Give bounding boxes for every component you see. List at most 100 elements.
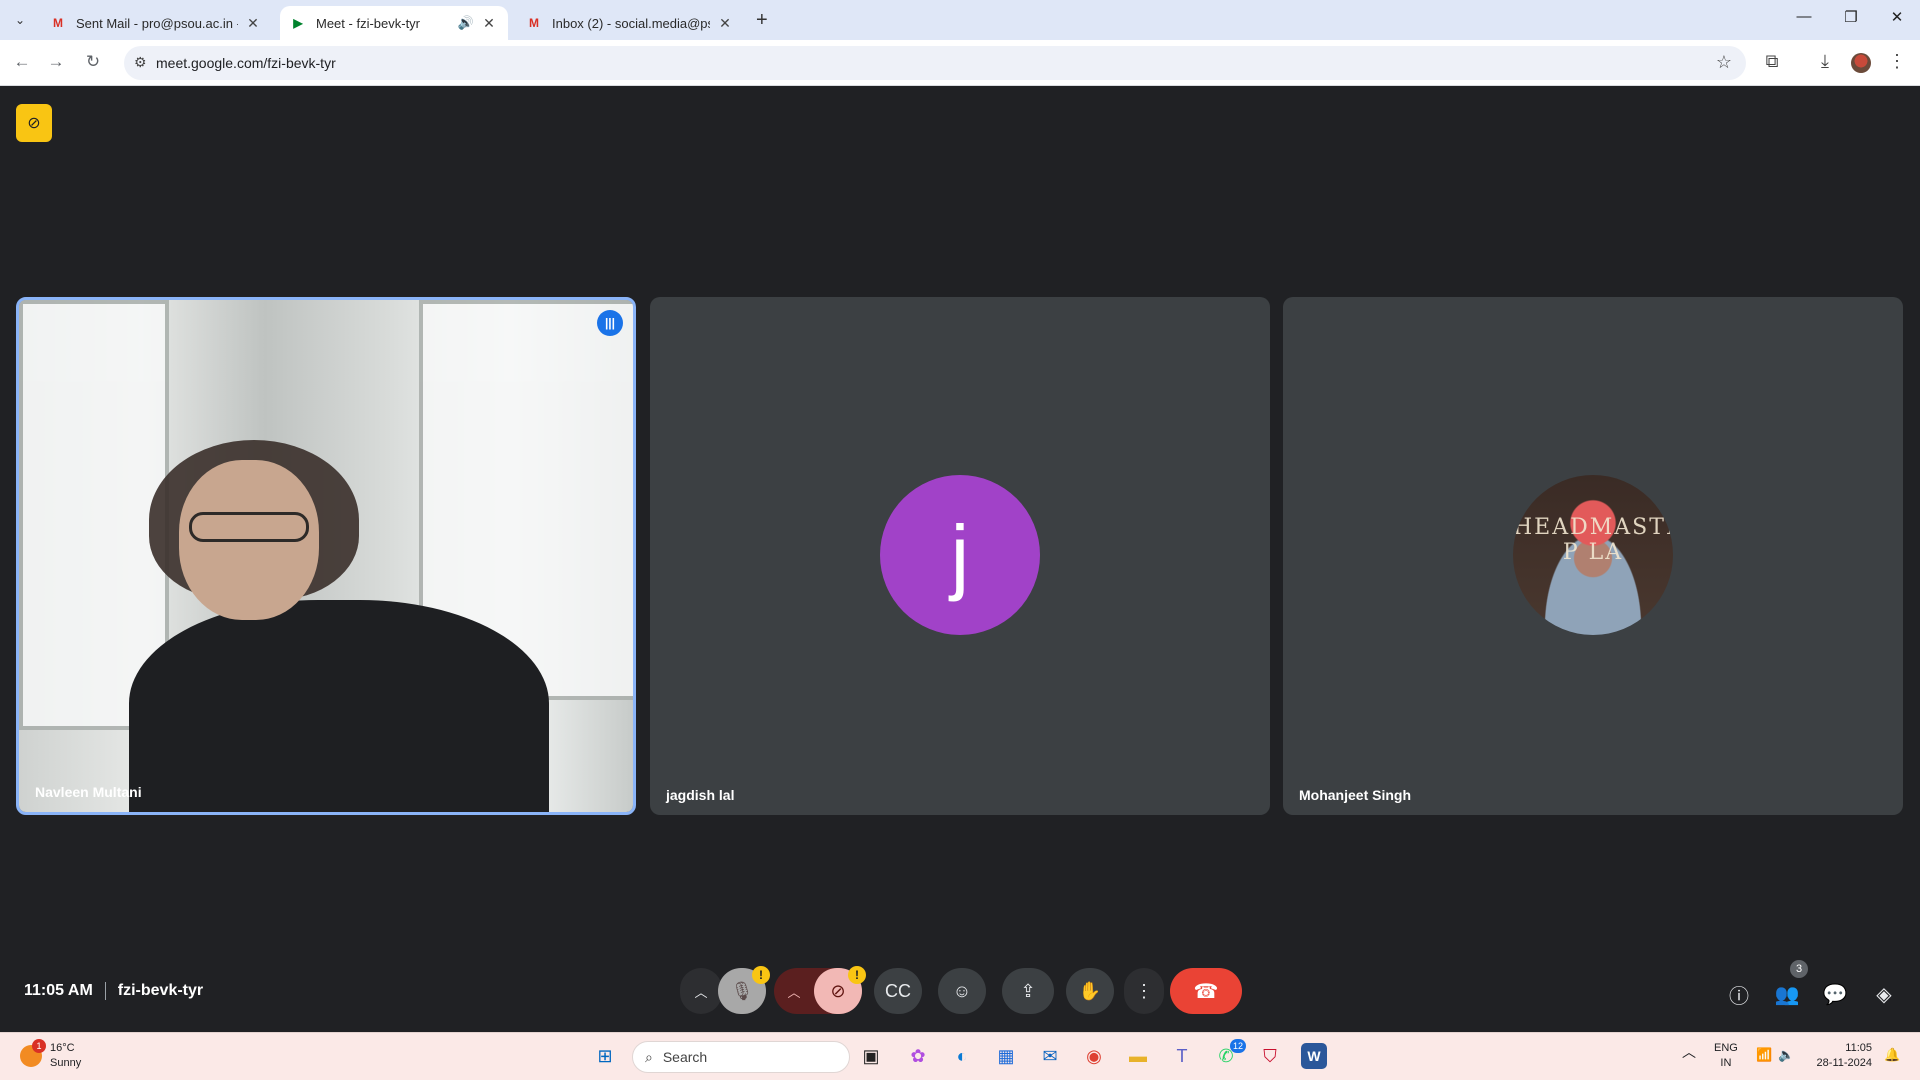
- weather-widget[interactable]: 1 16°C Sunny: [20, 1039, 81, 1071]
- captions-icon: CC: [885, 980, 911, 1001]
- taskbar-search[interactable]: ⌕ Search: [632, 1041, 850, 1073]
- whatsapp-badge: 12: [1230, 1039, 1246, 1053]
- notification-bell-icon[interactable]: 🔔: [1884, 1047, 1900, 1062]
- captions-button[interactable]: CC: [874, 968, 922, 1014]
- tab-meet[interactable]: ▶ Meet - fzi-bevk-tyr 🔊 ✕: [280, 6, 508, 40]
- meeting-info-button[interactable]: ⓘ: [1725, 980, 1753, 1008]
- back-icon[interactable]: ←: [10, 52, 34, 72]
- reload-icon[interactable]: ↻: [81, 52, 105, 72]
- tab-title: Meet - fzi-bevk-tyr: [316, 15, 421, 31]
- windows-start-icon[interactable]: ⊞: [592, 1043, 618, 1069]
- tab-sent-mail[interactable]: M Sent Mail - pro@psou.ac.in - Ja ✕: [40, 6, 272, 40]
- chrome-icon[interactable]: ◉: [1081, 1043, 1107, 1069]
- new-tab-button[interactable]: +: [756, 9, 768, 32]
- meeting-code[interactable]: fzi-bevk-tyr: [118, 982, 203, 1000]
- raise-hand-button[interactable]: ✋: [1066, 968, 1114, 1014]
- more-options-button[interactable]: ⋮: [1124, 968, 1164, 1014]
- notification-badge: 1: [32, 1039, 46, 1053]
- close-tab-icon[interactable]: ✕: [480, 14, 498, 32]
- chat-button[interactable]: 💬: [1821, 980, 1849, 1008]
- tab-title: Sent Mail - pro@psou.ac.in - Ja: [76, 15, 238, 31]
- store-icon[interactable]: ▦: [993, 1043, 1019, 1069]
- volume-icon[interactable]: 🔈: [1778, 1047, 1794, 1062]
- sun-icon: 1: [20, 1039, 46, 1067]
- avatar: j: [880, 475, 1040, 635]
- chat-icon: 💬: [1822, 983, 1848, 1006]
- address-bar[interactable]: ⚙ meet.google.com/fzi-bevk-tyr ☆: [124, 46, 1746, 80]
- participant-video: [19, 300, 633, 812]
- close-tab-icon[interactable]: ✕: [244, 14, 262, 32]
- language-line1: ENG: [1714, 1042, 1738, 1054]
- reactions-button[interactable]: ☺: [938, 968, 986, 1014]
- participant-tile[interactable]: j jagdish lal: [650, 297, 1270, 815]
- video-off-icon: ⊘: [830, 980, 846, 1001]
- restore-icon[interactable]: ❐: [1836, 8, 1866, 26]
- more-vert-icon: ⋮: [1135, 980, 1153, 1001]
- browser-tab-bar: ⌄ M Sent Mail - pro@psou.ac.in - Ja ✕ ▶ …: [0, 0, 1920, 40]
- leave-call-button[interactable]: ☎: [1170, 968, 1242, 1014]
- weather-temp: 16°C: [50, 1042, 75, 1054]
- download-icon[interactable]: ⤓: [1813, 51, 1837, 72]
- present-screen-button[interactable]: ⇪: [1002, 968, 1054, 1014]
- chevron-down-icon: ⌄: [14, 13, 26, 27]
- clock-time: 11:05: [1845, 1042, 1872, 1054]
- wifi-icon[interactable]: 📶: [1756, 1047, 1772, 1062]
- avatar: HEADMASTE P LA: [1513, 475, 1673, 635]
- file-explorer-icon[interactable]: ▬: [1125, 1043, 1151, 1069]
- activities-icon: ◈: [1876, 983, 1892, 1006]
- meeting-time: 11:05 AM: [24, 982, 93, 999]
- edge-icon[interactable]: ◐: [949, 1043, 975, 1069]
- present-icon: ⇪: [1020, 980, 1036, 1001]
- close-tab-icon[interactable]: ✕: [716, 14, 734, 32]
- tab-inbox[interactable]: M Inbox (2) - social.media@psou. ✕: [516, 6, 744, 40]
- url-text[interactable]: meet.google.com/fzi-bevk-tyr: [156, 55, 336, 71]
- mcafee-icon[interactable]: ⛉: [1257, 1043, 1283, 1069]
- hand-icon: ✋: [1078, 980, 1102, 1001]
- outlook-icon[interactable]: ✉: [1037, 1043, 1063, 1069]
- end-call-icon: ☎: [1193, 980, 1219, 1003]
- forward-icon[interactable]: →: [44, 52, 68, 72]
- tab-search-button[interactable]: ⌄: [8, 8, 32, 32]
- video-options-button[interactable]: ︿: [774, 982, 814, 1001]
- minimize-icon[interactable]: —: [1789, 8, 1819, 25]
- people-count-badge: 3: [1790, 960, 1808, 978]
- person-glasses: [189, 512, 309, 542]
- participant-tile[interactable]: ||| Navleen Multani: [16, 297, 636, 815]
- menu-kebab-icon[interactable]: ⋮: [1885, 51, 1909, 72]
- language-indicator[interactable]: ENG IN: [1714, 1041, 1738, 1071]
- close-window-icon[interactable]: ✕: [1882, 8, 1912, 26]
- avatar-photo-sign: HEADMASTE P LA: [1513, 515, 1673, 565]
- language-line2: IN: [1720, 1057, 1732, 1069]
- weather-condition: Sunny: [50, 1057, 82, 1069]
- copilot-icon[interactable]: ✿: [905, 1043, 931, 1069]
- profile-avatar[interactable]: [1851, 53, 1871, 73]
- speaker-icon[interactable]: 🔊: [458, 15, 474, 31]
- meeting-details: 11:05 AM fzi-bevk-tyr: [24, 982, 203, 1000]
- audio-options-button[interactable]: ︿: [680, 968, 722, 1014]
- camera-warning-icon: !: [848, 966, 866, 984]
- teams-icon[interactable]: T: [1169, 1043, 1195, 1069]
- speaking-indicator-icon: |||: [597, 310, 623, 336]
- divider: [104, 982, 106, 1000]
- show-hidden-icons[interactable]: ︿: [1682, 1045, 1696, 1060]
- clock[interactable]: 11:05 28-11-2024: [1812, 1041, 1872, 1071]
- participant-tile[interactable]: HEADMASTE P LA Mohanjeet Singh: [1283, 297, 1903, 815]
- tab-title: Inbox (2) - social.media@psou.: [552, 15, 710, 31]
- activities-button[interactable]: ◈: [1870, 980, 1898, 1008]
- word-icon[interactable]: W: [1301, 1043, 1327, 1069]
- extensions-icon[interactable]: ⧉: [1760, 51, 1784, 72]
- people-button[interactable]: 👥: [1773, 980, 1801, 1008]
- browser-toolbar: ← → ↻ ⚙ meet.google.com/fzi-bevk-tyr ☆ ⧉…: [0, 40, 1920, 86]
- video-off-indicator-icon[interactable]: ⊘: [16, 104, 52, 142]
- gmail-icon: M: [53, 16, 63, 30]
- participant-name: jagdish lal: [666, 787, 735, 803]
- participant-name: Navleen Multani: [35, 784, 142, 800]
- bookmark-star-icon[interactable]: ☆: [1716, 52, 1732, 73]
- task-view-icon[interactable]: ▣: [858, 1043, 884, 1069]
- person-body: [129, 600, 549, 812]
- gmail-icon: M: [529, 16, 539, 30]
- mic-warning-icon: !: [752, 966, 770, 984]
- site-info-icon[interactable]: ⚙: [134, 54, 147, 71]
- chevron-up-icon: ︿: [694, 984, 708, 1000]
- weather-text: 16°C Sunny: [50, 1041, 81, 1071]
